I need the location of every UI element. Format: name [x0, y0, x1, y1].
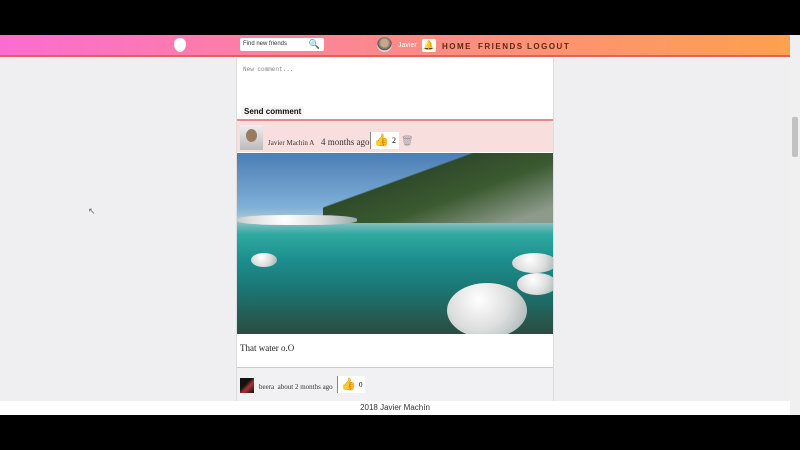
user-name[interactable]: Javier: [398, 42, 417, 49]
like-button[interactable]: 👍 2: [370, 132, 399, 149]
nav-friends[interactable]: FRIENDS: [478, 42, 524, 51]
thumbs-up-icon: 👍: [374, 133, 389, 147]
alien-logo-icon[interactable]: [174, 38, 186, 52]
image-rock: [512, 253, 553, 273]
user-avatar[interactable]: [377, 37, 392, 52]
author-avatar[interactable]: [240, 378, 254, 393]
like-count: 0: [358, 380, 363, 389]
search-icon[interactable]: 🔍: [309, 39, 320, 50]
post-caption: That water o.O: [240, 343, 295, 353]
image-shore: [237, 215, 357, 225]
friend-search-input[interactable]: Find new friends 🔍: [240, 38, 324, 51]
image-rock: [447, 283, 527, 334]
like-button[interactable]: 👍 0: [337, 376, 366, 393]
author-avatar[interactable]: [240, 125, 263, 150]
image-rock: [517, 273, 553, 295]
image-trees: [323, 153, 553, 223]
scrollbar-thumb[interactable]: [792, 117, 798, 157]
like-count: 2: [391, 136, 396, 145]
post-time: 4 months ago: [321, 137, 370, 147]
top-navbar: Find new friends 🔍 Javier 🔔 HOME FRIENDS …: [0, 35, 790, 57]
new-comment-input[interactable]: New comment...: [237, 58, 553, 96]
post-header: Javier Machín A 4 months ago 👍 2 🗑: [237, 119, 553, 152]
thumbs-up-icon: 👍: [341, 377, 356, 391]
scrollbar[interactable]: [790, 57, 800, 415]
search-placeholder: Find new friends: [243, 41, 288, 47]
feed-column: New comment... Send comment Javier Machí…: [236, 58, 554, 415]
app-screen: Find new friends 🔍 Javier 🔔 HOME FRIENDS …: [0, 35, 800, 415]
nav-logout[interactable]: LOGOUT: [527, 42, 570, 51]
image-rock: [251, 253, 277, 267]
post-author[interactable]: beera: [259, 383, 274, 391]
send-comment-button[interactable]: Send comment: [241, 106, 305, 117]
footer: 2018 Javier Machín: [0, 401, 790, 415]
post-author[interactable]: Javier Machín A: [268, 139, 314, 147]
post-author-time: beera about 2 months ago: [259, 383, 333, 391]
mouse-cursor-icon: ↖: [88, 206, 96, 216]
trash-icon[interactable]: 🗑: [401, 136, 414, 147]
post-image: [237, 153, 553, 334]
nav-home[interactable]: HOME: [442, 42, 472, 51]
post-time: about 2 months ago: [277, 383, 333, 391]
bell-icon[interactable]: 🔔: [422, 39, 436, 52]
